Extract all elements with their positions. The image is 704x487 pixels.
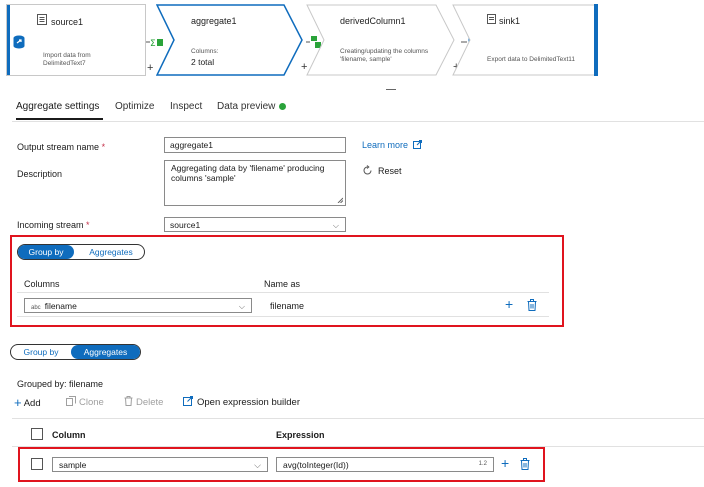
open-expression-builder-button[interactable]: Open expression builder (183, 396, 300, 408)
delete-row-icon[interactable] (520, 458, 530, 472)
description-label: Description (17, 169, 63, 179)
sink-node-icon (487, 14, 496, 26)
toggle-option-group-by[interactable]: Group by (18, 245, 74, 259)
grouped-by-label: Grouped by: filename (17, 379, 104, 389)
chevron-down-icon: ⌵ (332, 221, 339, 230)
plus-icon: + (14, 395, 22, 410)
tab-data-preview[interactable]: Data preview (217, 101, 287, 112)
reset-button[interactable]: Reset (362, 165, 402, 176)
row-divider (12, 418, 704, 419)
reset-icon (363, 165, 372, 175)
status-dot-icon (279, 102, 287, 110)
description-textarea[interactable]: Aggregating data by 'filename' producing… (164, 160, 346, 206)
toggle-option-aggregates[interactable]: Aggregates (71, 345, 140, 359)
chevron-down-icon: ⌵ (238, 302, 245, 311)
node-subtitle-line: 'filename, sample' (340, 56, 392, 63)
node-columns-count: 2 total (191, 57, 215, 67)
node-subtitle-line: DelimitedText7 (43, 60, 86, 67)
tab-data-preview-label: Data preview (217, 101, 276, 112)
node-title: derivedColumn1 (340, 16, 406, 26)
output-stream-name-label: Output stream name * (17, 142, 106, 152)
columns-header: Columns (24, 279, 60, 289)
row-divider (17, 316, 549, 317)
trash-icon (124, 396, 133, 406)
tab-inspect[interactable]: Inspect (170, 101, 202, 112)
clone-icon (66, 396, 76, 406)
delete-row-icon[interactable] (527, 299, 537, 313)
row-divider (17, 292, 549, 293)
column-header: Column (52, 430, 86, 440)
chevron-down-icon: ⌵ (254, 460, 261, 470)
add-button[interactable]: + Add (14, 395, 41, 410)
description-line: columns 'sample' (171, 173, 236, 183)
tabs-divider (12, 121, 704, 122)
toggle-option-aggregates[interactable]: Aggregates (78, 245, 144, 259)
add-row-icon[interactable]: + (505, 297, 513, 311)
incoming-stream-label: Incoming stream * (17, 220, 90, 230)
add-transform-icon[interactable]: + (147, 62, 153, 74)
panel-resize-handle[interactable] (386, 89, 396, 90)
node-subtitle-line: Import data from (43, 52, 91, 59)
source-db-icon (13, 35, 25, 51)
toggle-option-group-by[interactable]: Group by (11, 345, 71, 359)
add-row-icon[interactable]: + (501, 456, 509, 470)
node-title: aggregate1 (191, 16, 237, 26)
groupby-aggregates-toggle[interactable]: Group by Aggregates (10, 344, 141, 360)
learn-more-link[interactable]: Learn more (362, 140, 422, 150)
node-subtitle: Export data to DelimitedText11 (487, 56, 576, 63)
node-title: sink1 (499, 16, 521, 26)
clone-button[interactable]: Clone (66, 396, 104, 408)
aggregate-column-select[interactable]: sample ⌵ (52, 457, 268, 472)
external-link-icon (412, 140, 422, 149)
groupby-aggregates-toggle[interactable]: Group by Aggregates (17, 244, 145, 260)
source-node-icon (37, 14, 47, 27)
external-link-icon (183, 396, 193, 406)
tab-aggregate-settings[interactable]: Aggregate settings (16, 101, 99, 112)
delete-button[interactable]: Delete (124, 396, 163, 408)
groupby-column-select[interactable]: abc filename ⌵ (24, 298, 252, 313)
data-flow-pipeline: source1 Import data from DelimitedText7 … (6, 4, 600, 76)
pipeline-node-derivedColumn1[interactable]: derivedColumn1 Creating/updating the col… (306, 4, 459, 76)
expression-header: Expression (276, 430, 325, 440)
aggregate-expression-input[interactable]: avg(toInteger(Id)) 1.2 (276, 457, 494, 472)
node-title: source1 (51, 17, 84, 27)
node-subtitle-line: Creating/updating the columns (340, 48, 429, 55)
tab-optimize[interactable]: Optimize (115, 101, 154, 112)
resize-grip-icon (337, 197, 343, 203)
output-stream-name-input[interactable]: aggregate1 (164, 137, 346, 153)
description-line: Aggregating data by 'filename' producing (171, 163, 325, 173)
name-as-header: Name as (264, 279, 301, 289)
numeric-type-badge: 1.2 (478, 461, 487, 467)
incoming-stream-select[interactable]: source1 ⌵ (164, 217, 346, 232)
pipeline-node-aggregate1[interactable]: aggregate1 Columns: 2 total + (156, 4, 307, 76)
string-type-tag: abc (31, 305, 41, 311)
pipeline-node-sink1[interactable]: sink1 Export data to DelimitedText11 (452, 4, 600, 76)
row-checkbox[interactable] (31, 458, 43, 470)
active-tab-indicator (16, 118, 103, 120)
groupby-name-as-value[interactable]: filename (270, 301, 304, 311)
node-subtitle: Columns: (191, 48, 219, 55)
select-all-checkbox[interactable] (31, 428, 43, 440)
pipeline-node-source1[interactable]: source1 Import data from DelimitedText7 … (6, 4, 153, 76)
